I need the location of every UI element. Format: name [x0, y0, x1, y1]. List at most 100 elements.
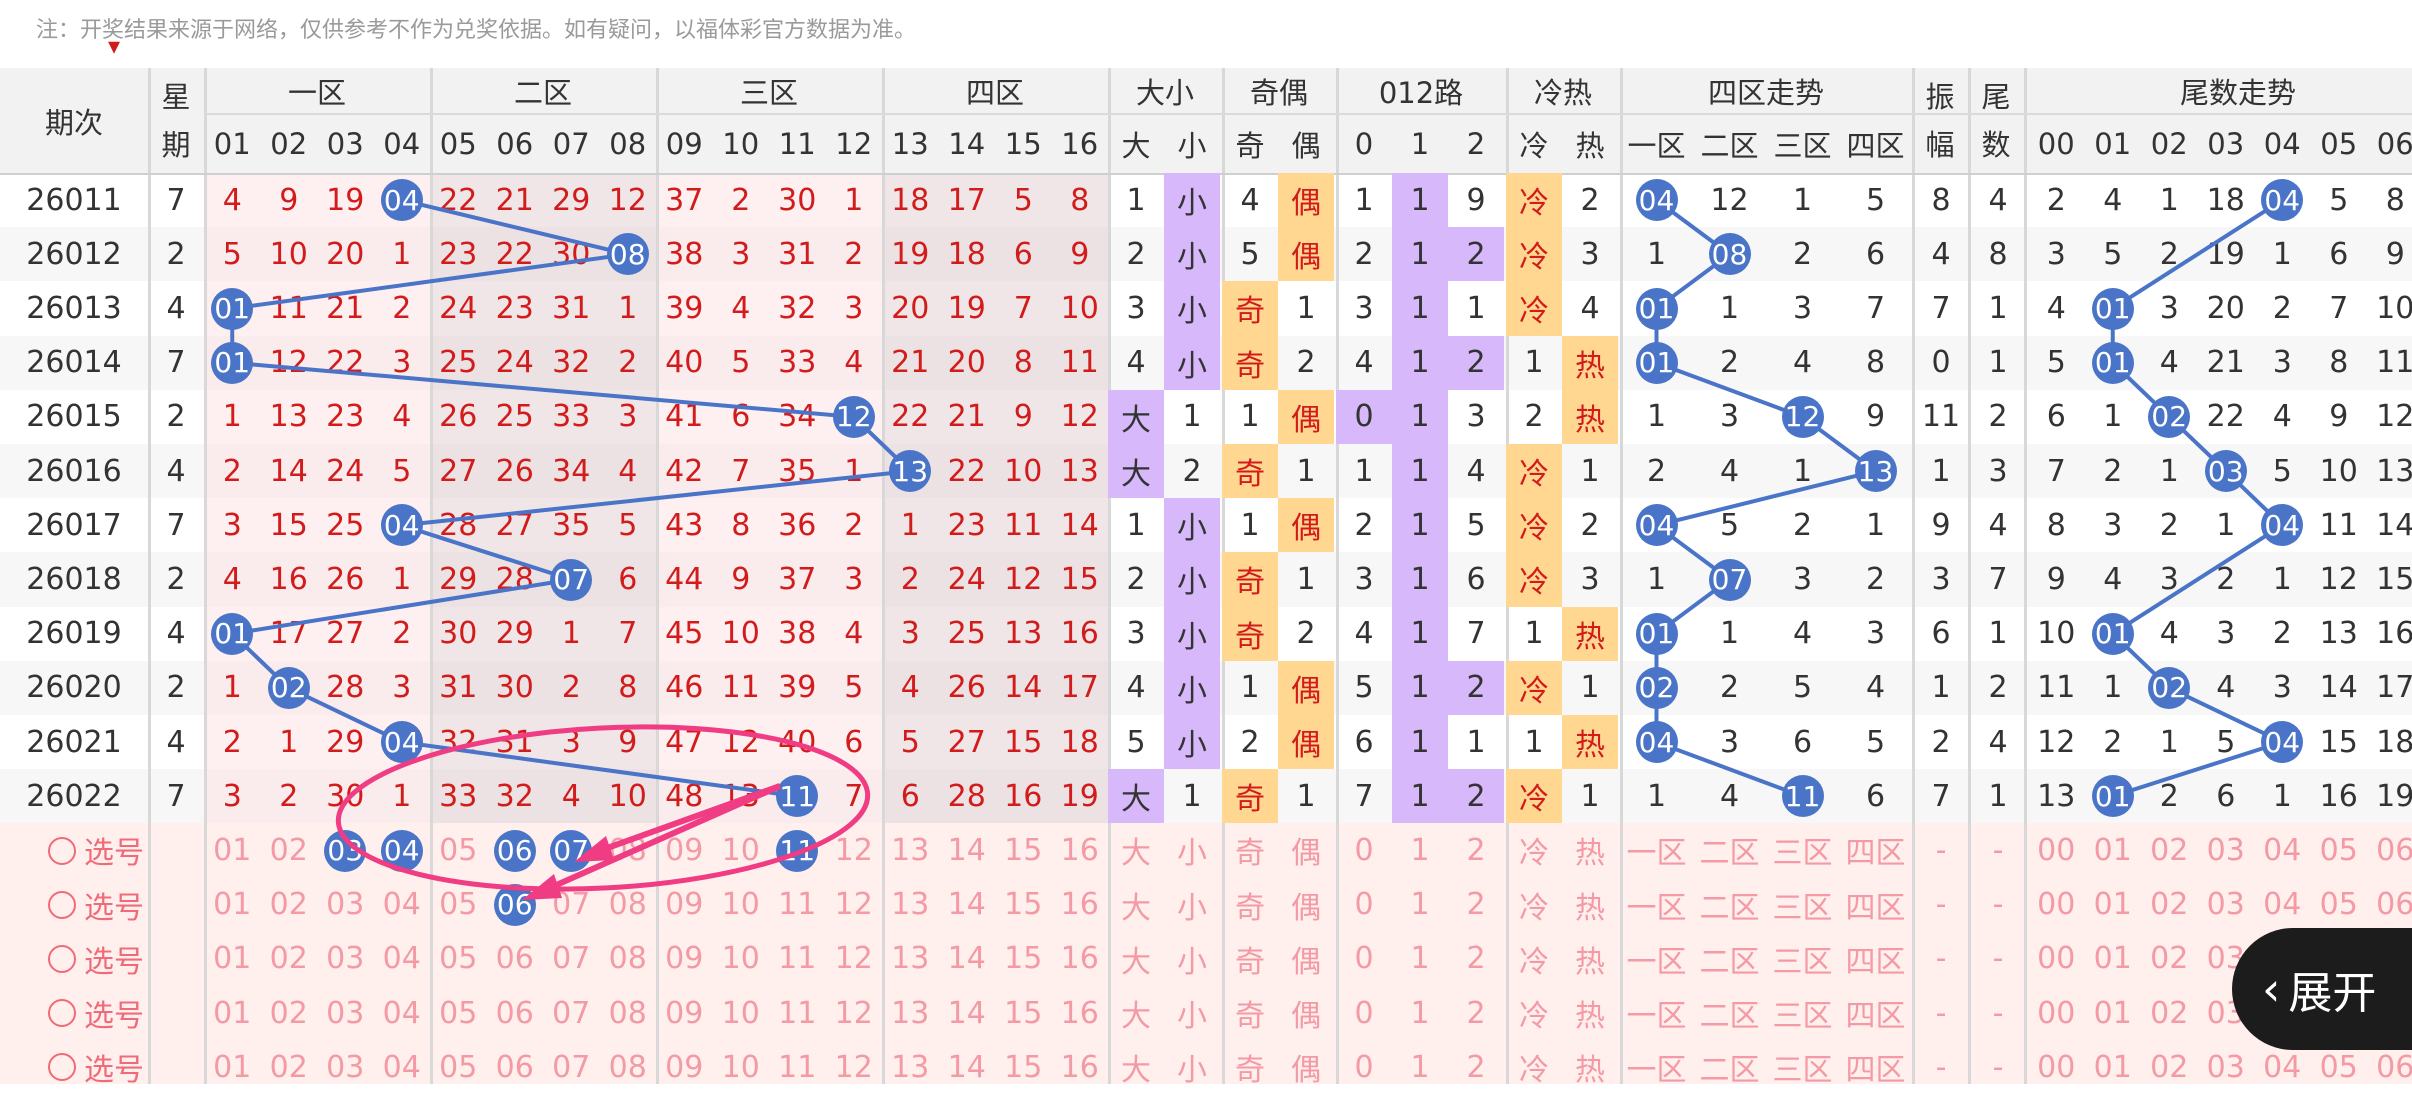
- pick-number-option[interactable]: 12: [826, 1040, 883, 1094]
- pick-route-option[interactable]: 2: [1448, 823, 1504, 877]
- pick-route-option[interactable]: 0: [1336, 1040, 1392, 1094]
- pick-route-option[interactable]: 0: [1336, 878, 1392, 932]
- pick-number-option[interactable]: 14: [939, 823, 996, 877]
- pick-size-option[interactable]: 小: [1164, 878, 1220, 932]
- pick-tail-option[interactable]: 04: [2254, 823, 2311, 877]
- pick-number-option[interactable]: 05: [430, 878, 487, 932]
- pick-number-option[interactable]: 16: [1052, 1040, 1109, 1094]
- select-row-label[interactable]: 选号: [84, 1040, 144, 1094]
- pick-number-option[interactable]: 08: [600, 1040, 657, 1094]
- pick-zone-option[interactable]: 四区: [1839, 986, 1912, 1040]
- pick-zone-option[interactable]: 二区: [1693, 878, 1766, 932]
- pick-number-option[interactable]: 13: [882, 1040, 939, 1094]
- pick-size-option[interactable]: 大: [1108, 986, 1164, 1040]
- pick-number-option[interactable]: 09: [656, 878, 713, 932]
- pick-tail-option[interactable]: 01: [2085, 986, 2142, 1040]
- pick-parity-option[interactable]: 偶: [1278, 986, 1334, 1040]
- pick-tail-option[interactable]: 02: [2141, 1040, 2198, 1094]
- pick-size-option[interactable]: 大: [1108, 878, 1164, 932]
- pick-coldhot-option[interactable]: 热: [1562, 932, 1618, 986]
- pick-number-option[interactable]: 04: [374, 1040, 431, 1094]
- pick-number-option[interactable]: 08: [600, 878, 657, 932]
- pick-number-option[interactable]: 06: [487, 1040, 544, 1094]
- pick-number-option[interactable]: 14: [939, 932, 996, 986]
- pick-number-option[interactable]: 10: [713, 932, 770, 986]
- pick-number-option[interactable]: 05: [430, 932, 487, 986]
- pick-number-option[interactable]: 11: [769, 932, 826, 986]
- pick-number-option[interactable]: 08: [600, 932, 657, 986]
- pick-number-option[interactable]: 02: [261, 823, 318, 877]
- pick-tail-option[interactable]: 01: [2085, 1040, 2142, 1094]
- pick-number-option[interactable]: 15: [995, 823, 1052, 877]
- pick-size-option[interactable]: 小: [1164, 823, 1220, 877]
- picked-number-ball[interactable]: 04: [380, 829, 423, 872]
- pick-number-option[interactable]: 09: [656, 986, 713, 1040]
- pick-number-option[interactable]: 05: [430, 986, 487, 1040]
- pick-parity-option[interactable]: 奇: [1222, 823, 1278, 877]
- pick-route-option[interactable]: 1: [1392, 823, 1448, 877]
- pick-number-option[interactable]: 10: [713, 823, 770, 877]
- pick-number-option[interactable]: 16: [1052, 932, 1109, 986]
- pick-parity-option[interactable]: 奇: [1222, 986, 1278, 1040]
- pick-number-option[interactable]: 03: [317, 878, 374, 932]
- column-issue-header[interactable]: 期次: [0, 68, 148, 173]
- pick-number-option[interactable]: 11: [769, 878, 826, 932]
- select-row-label[interactable]: 选号: [84, 878, 144, 932]
- pick-size-option[interactable]: 小: [1164, 986, 1220, 1040]
- pick-size-option[interactable]: 小: [1164, 1040, 1220, 1094]
- pick-zone-option[interactable]: 一区: [1620, 1040, 1693, 1094]
- pick-tail-option[interactable]: 05: [2311, 823, 2368, 877]
- pick-number-option[interactable]: 04: [374, 878, 431, 932]
- pick-number-option[interactable]: 15: [995, 878, 1052, 932]
- picked-number-ball[interactable]: 07: [550, 829, 593, 872]
- select-row-radio[interactable]: [48, 836, 76, 865]
- pick-parity-option[interactable]: 偶: [1278, 932, 1334, 986]
- pick-tail-option[interactable]: 04: [2254, 878, 2311, 932]
- pick-route-option[interactable]: 1: [1392, 1040, 1448, 1094]
- pick-number-option[interactable]: 01: [204, 986, 261, 1040]
- pick-zone-option[interactable]: 三区: [1766, 932, 1839, 986]
- pick-number-option[interactable]: 08: [600, 823, 657, 877]
- pick-coldhot-option[interactable]: 冷: [1506, 932, 1562, 986]
- pick-parity-option[interactable]: 偶: [1278, 1040, 1334, 1094]
- pick-route-option[interactable]: 0: [1336, 932, 1392, 986]
- pick-tail-option[interactable]: 03: [2198, 823, 2255, 877]
- pick-number-option[interactable]: 13: [882, 878, 939, 932]
- pick-number-option[interactable]: 14: [939, 986, 996, 1040]
- pick-coldhot-option[interactable]: 冷: [1506, 823, 1562, 877]
- pick-coldhot-option[interactable]: 冷: [1506, 878, 1562, 932]
- pick-parity-option[interactable]: 偶: [1278, 878, 1334, 932]
- pick-tail-option[interactable]: 01: [2085, 932, 2142, 986]
- pick-zone-option[interactable]: 一区: [1620, 932, 1693, 986]
- pick-number-option[interactable]: 08: [600, 986, 657, 1040]
- pick-number-option[interactable]: 15: [995, 986, 1052, 1040]
- pick-route-option[interactable]: 0: [1336, 823, 1392, 877]
- pick-number-option[interactable]: 11: [769, 1040, 826, 1094]
- pick-number-option[interactable]: 07: [543, 1040, 600, 1094]
- pick-number-option[interactable]: 02: [261, 878, 318, 932]
- pick-coldhot-option[interactable]: 热: [1562, 1040, 1618, 1094]
- pick-number-option[interactable]: 03: [317, 932, 374, 986]
- pick-number-option[interactable]: 07: [543, 986, 600, 1040]
- pick-number-option[interactable]: 11: [769, 986, 826, 1040]
- pick-parity-option[interactable]: 偶: [1278, 823, 1334, 877]
- pick-number-option[interactable]: 01: [204, 823, 261, 877]
- pick-number-option[interactable]: 15: [995, 932, 1052, 986]
- select-row-radio[interactable]: [48, 944, 76, 973]
- pick-number-option[interactable]: 12: [826, 878, 883, 932]
- pick-number-option[interactable]: 16: [1052, 823, 1109, 877]
- pick-zone-option[interactable]: 三区: [1766, 823, 1839, 877]
- pick-number-option[interactable]: 16: [1052, 878, 1109, 932]
- pick-parity-option[interactable]: 奇: [1222, 878, 1278, 932]
- pick-coldhot-option[interactable]: 热: [1562, 986, 1618, 1040]
- pick-zone-option[interactable]: 一区: [1620, 823, 1693, 877]
- picked-number-ball[interactable]: 03: [324, 829, 367, 872]
- pick-number-option[interactable]: 12: [826, 932, 883, 986]
- pick-number-option[interactable]: 03: [317, 986, 374, 1040]
- pick-number-option[interactable]: 12: [826, 823, 883, 877]
- pick-tail-option[interactable]: 06: [2367, 823, 2412, 877]
- pick-route-option[interactable]: 2: [1448, 932, 1504, 986]
- pick-number-option[interactable]: 06: [487, 986, 544, 1040]
- pick-tail-option[interactable]: 00: [2028, 932, 2085, 986]
- pick-coldhot-option[interactable]: 冷: [1506, 986, 1562, 1040]
